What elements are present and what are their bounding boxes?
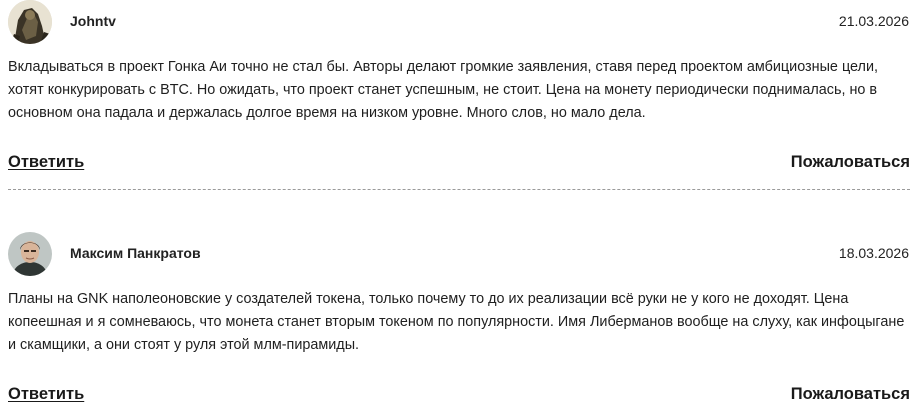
comment-date: 18.03.2026 [838,245,909,261]
comment-author: Максим Панкратов [70,245,201,261]
comment-item: Johntv 21.03.2026 Вкладываться в проект … [0,0,913,190]
report-link[interactable]: Пожаловаться [791,385,910,404]
comment-text: Планы на GNK наполеоновские у создателей… [8,291,905,353]
comment-text: Вкладываться в проект Гонка Аи точно не … [8,59,878,121]
reply-link[interactable]: Ответить [8,385,84,404]
comment-date: 21.03.2026 [838,13,909,29]
report-link[interactable]: Пожаловаться [791,153,910,172]
user-avatar-icon[interactable] [8,0,52,44]
comment-item: Максим Панкратов 18.03.2026 Планы на GNK… [0,232,913,403]
comment-divider [8,189,910,190]
comment-actions: Ответить Пожаловаться [8,153,910,177]
comment-actions: Ответить Пожаловаться [8,385,910,408]
comment-header: Максим Панкратов 18.03.2026 [0,232,913,278]
comment-header: Johntv 21.03.2026 [0,0,913,46]
comments-list: Johntv 21.03.2026 Вкладываться в проект … [0,0,913,408]
user-avatar-icon[interactable] [8,232,52,276]
reply-link[interactable]: Ответить [8,153,84,172]
comment-author: Johntv [70,13,116,29]
